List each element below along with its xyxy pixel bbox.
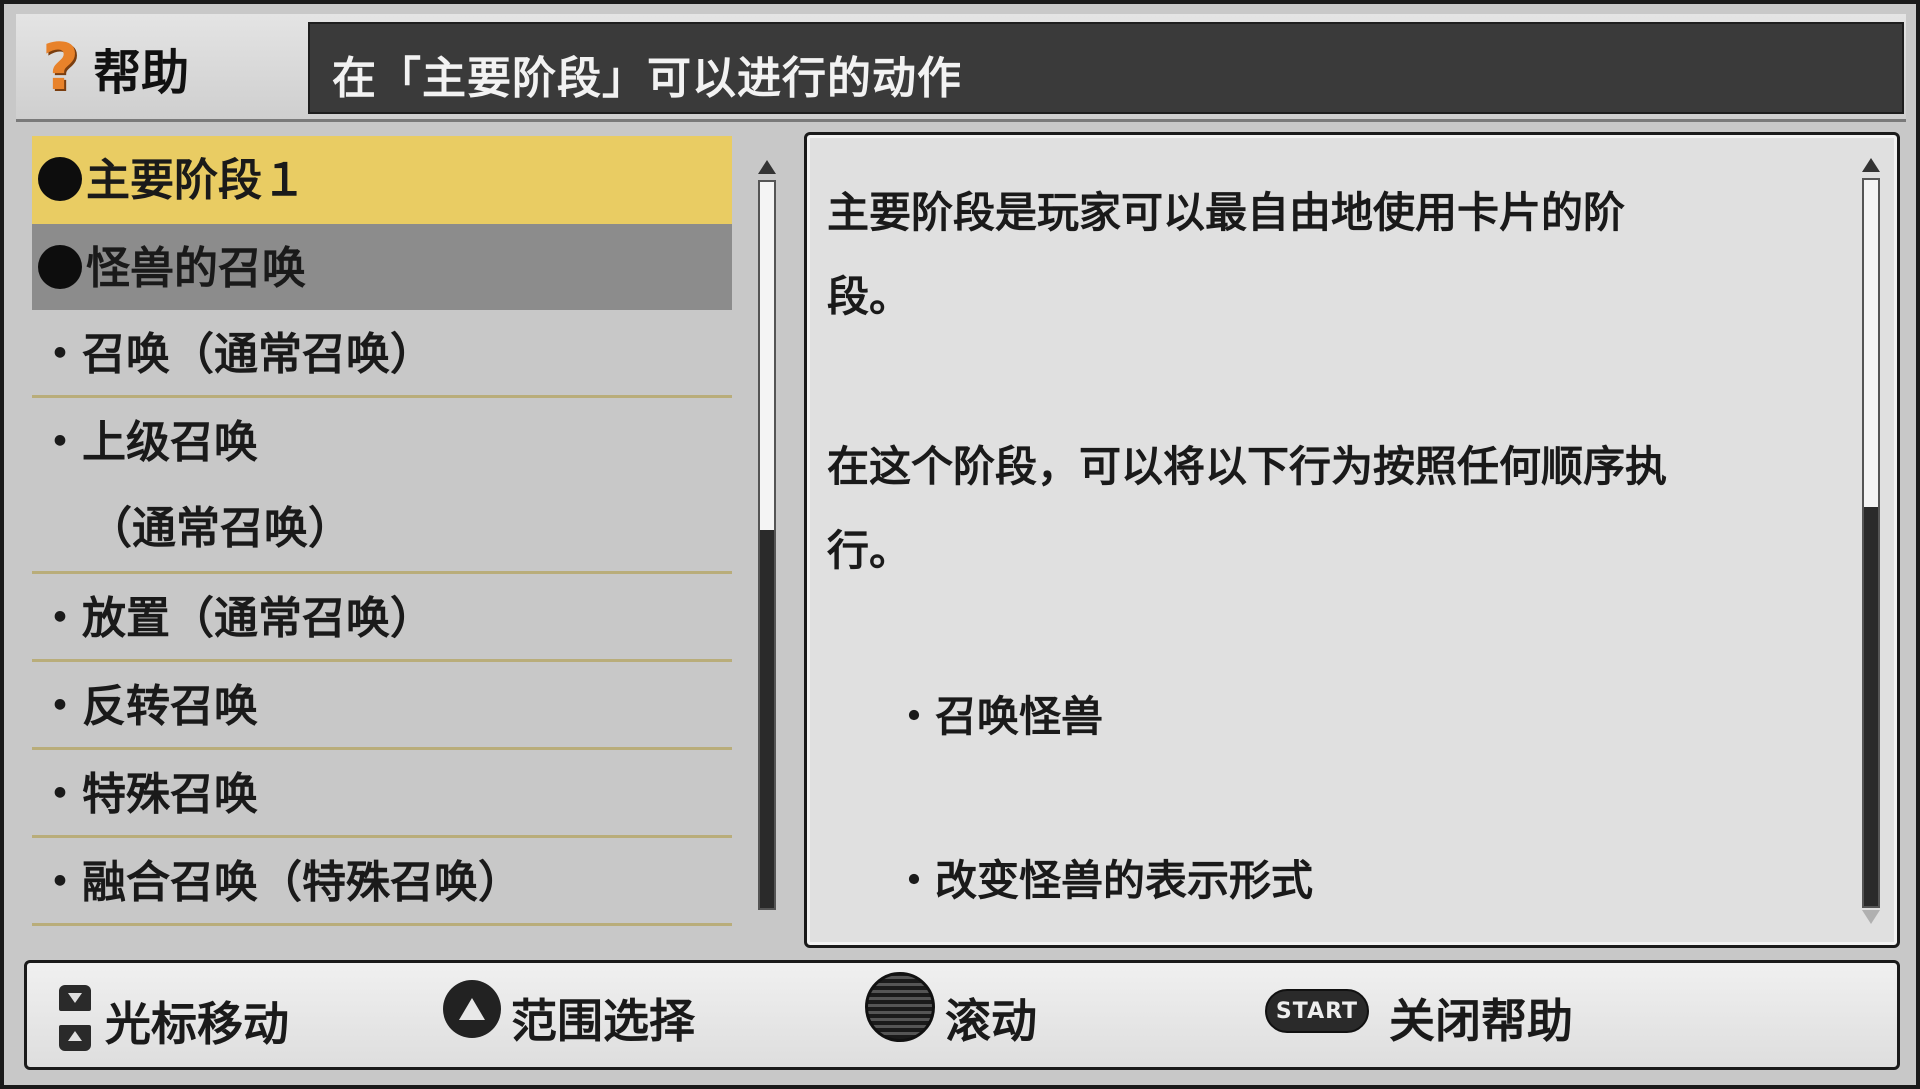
help-header: ? 帮助 在「主要阶段」可以进行的动作: [16, 14, 1906, 122]
control-cursor-move: 光标移动: [55, 985, 289, 1057]
description-panel: 主要阶段是玩家可以最自由地使用卡片的阶 段。 在这个阶段，可以将以下行为按照任何…: [804, 132, 1900, 948]
bullet-icon: [38, 157, 82, 201]
list-scrollbar[interactable]: [758, 180, 776, 910]
description-scrollbar[interactable]: [1862, 178, 1880, 908]
list-item-tribute-summon[interactable]: ・上级召唤 （通常召唤）: [32, 398, 732, 574]
description-bullet: ・召唤怪兽: [893, 692, 1104, 741]
description-line: 在这个阶段，可以将以下行为按照任何顺序执: [827, 442, 1668, 491]
desc-scroll-down-icon[interactable]: [1862, 910, 1880, 924]
list-scrollbar-thumb[interactable]: [760, 530, 774, 908]
question-mark-icon: ?: [42, 31, 80, 105]
description-line: 主要阶段是玩家可以最自由地使用卡片的阶: [827, 188, 1626, 237]
control-label: 关闭帮助: [1389, 994, 1573, 1048]
controls-bar: 光标移动 范围选择 滚动 START 关闭帮助: [24, 960, 1900, 1070]
desc-scroll-up-icon[interactable]: [1862, 158, 1880, 172]
help-label: 帮助: [93, 45, 190, 101]
list-item-normal-summon[interactable]: ・召唤（通常召唤）: [32, 310, 732, 398]
help-screen: ? 帮助 在「主要阶段」可以进行的动作 主要阶段１ 怪兽的召唤 ・召唤（通常召唤…: [0, 0, 1920, 1089]
triangle-button-icon: [443, 980, 501, 1038]
list-item-flip-summon[interactable]: ・反转召唤: [32, 662, 732, 750]
list-item-label: 主要阶段１: [86, 155, 306, 206]
control-range-select: 范围选择: [443, 980, 695, 1051]
dpad-up-down-icon: [55, 985, 95, 1057]
description-line: 行。: [827, 526, 912, 575]
list-item-monster-summon[interactable]: 怪兽的召唤: [32, 224, 732, 310]
control-label: 滚动: [945, 994, 1037, 1048]
list-item-label: ・融合召唤（特殊召唤）: [38, 857, 522, 908]
description-scrollbar-thumb[interactable]: [1864, 507, 1878, 906]
list-item-label: ・特殊召唤: [38, 769, 258, 820]
help-tab: ? 帮助: [16, 14, 306, 122]
topic-list: 主要阶段１ 怪兽的召唤 ・召唤（通常召唤） ・上级召唤 （通常召唤） ・放置（通…: [32, 136, 732, 926]
list-item-label: ・召唤（通常召唤）: [38, 329, 434, 380]
list-item-fusion-summon[interactable]: ・融合召唤（特殊召唤）: [32, 838, 732, 926]
list-item-label: ・反转召唤: [38, 681, 258, 732]
list-item-label: ・放置（通常召唤）: [38, 593, 434, 644]
bullet-icon: [38, 245, 82, 289]
control-label: 范围选择: [511, 994, 695, 1048]
description-bullet: ・改变怪兽的表示形式: [893, 856, 1314, 905]
analog-stick-icon: [865, 972, 935, 1042]
list-item-set[interactable]: ・放置（通常召唤）: [32, 574, 732, 662]
list-item-label: ・上级召唤: [38, 417, 258, 468]
list-item-main-phase-1[interactable]: 主要阶段１: [32, 136, 732, 224]
list-item-label-line2: （通常召唤）: [88, 503, 352, 554]
list-item-label: 怪兽的召唤: [86, 243, 306, 294]
list-item-special-summon[interactable]: ・特殊召唤: [32, 750, 732, 838]
list-scroll-up-icon[interactable]: [758, 160, 776, 174]
control-scroll: 滚动: [865, 972, 1037, 1051]
control-label: 光标移动: [105, 997, 289, 1051]
start-button-icon: START: [1265, 989, 1369, 1033]
help-title-bar: 在「主要阶段」可以进行的动作: [308, 22, 1904, 114]
help-title: 在「主要阶段」可以进行的动作: [332, 53, 962, 104]
control-close-help: START 关闭帮助: [1265, 985, 1573, 1051]
description-line: 段。: [827, 272, 912, 321]
